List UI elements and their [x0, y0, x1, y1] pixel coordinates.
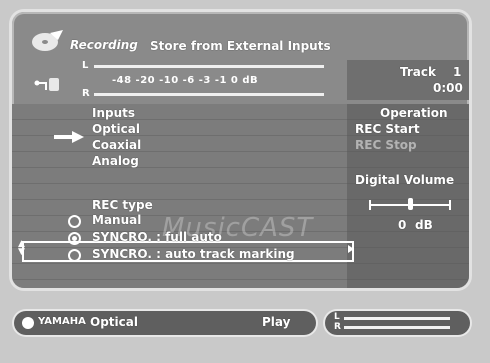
recording-screen: Recording Store from External Inputs L -… — [12, 12, 469, 288]
rec-start-button[interactable]: REC Start — [355, 122, 420, 136]
input-optical[interactable]: Optical — [92, 122, 140, 136]
rec-type-syncro-full-auto[interactable]: SYNCRO. : full auto — [92, 230, 222, 244]
rec-type-syncro-track-marking[interactable]: SYNCRO. : auto track marking — [92, 247, 295, 261]
operation-heading: Operation — [380, 106, 448, 120]
status-bar: YAMAHA Optical Play — [14, 311, 316, 335]
recording-disc-icon — [32, 30, 63, 51]
status-level-r-bar — [344, 326, 450, 329]
track-time: 0:00 — [433, 81, 463, 95]
track-number: 1 — [453, 65, 462, 79]
page-title: Recording — [70, 38, 138, 52]
status-level-l-label: L — [334, 312, 340, 322]
input-coaxial[interactable]: Coaxial — [92, 138, 141, 152]
meter-left-bar — [94, 65, 324, 68]
meter-right-bar — [94, 93, 324, 96]
inputs-heading: Inputs — [92, 106, 136, 120]
volume-slider-max-tick — [449, 200, 451, 210]
rec-type-heading: REC type — [92, 198, 153, 212]
selection-arrow-icon — [54, 131, 84, 143]
meter-right-label: R — [82, 88, 90, 99]
digital-volume-value: 0 — [398, 218, 407, 232]
brand-label: YAMAHA — [38, 316, 86, 327]
page-subtitle: Store from External Inputs — [150, 39, 331, 53]
radio-manual[interactable] — [68, 215, 81, 228]
input-connector-icon — [34, 78, 59, 91]
radio-syncro-track-marking[interactable] — [68, 249, 81, 262]
yamaha-logo-icon — [22, 317, 34, 329]
status-level-meter: L R — [325, 311, 470, 335]
level-meter: L -48 -20 -10 -6 -3 -1 0 dB R — [74, 60, 339, 100]
status-state: Play — [262, 315, 291, 329]
volume-slider-min-tick — [369, 200, 371, 210]
status-level-r-label: R — [334, 322, 341, 332]
meter-scale: -48 -20 -10 -6 -3 -1 0 dB — [112, 75, 259, 86]
rec-type-manual[interactable]: Manual — [92, 213, 141, 227]
digital-volume-label[interactable]: Digital Volume — [355, 173, 454, 187]
scroll-updown-icon[interactable]: ▲ ▼ — [18, 240, 25, 257]
radio-syncro-full-auto[interactable] — [68, 232, 81, 245]
track-label: Track — [400, 65, 436, 79]
digital-volume-unit: dB — [415, 218, 433, 232]
input-analog[interactable]: Analog — [92, 154, 139, 168]
meter-left-label: L — [82, 60, 89, 71]
rec-stop-button[interactable]: REC Stop — [355, 138, 417, 152]
status-source: Optical — [90, 315, 138, 329]
volume-slider-handle[interactable] — [408, 198, 413, 210]
status-level-l-bar — [344, 317, 450, 320]
row-pointer-icon — [348, 245, 354, 253]
track-display: Track 1 0:00 — [347, 60, 469, 100]
